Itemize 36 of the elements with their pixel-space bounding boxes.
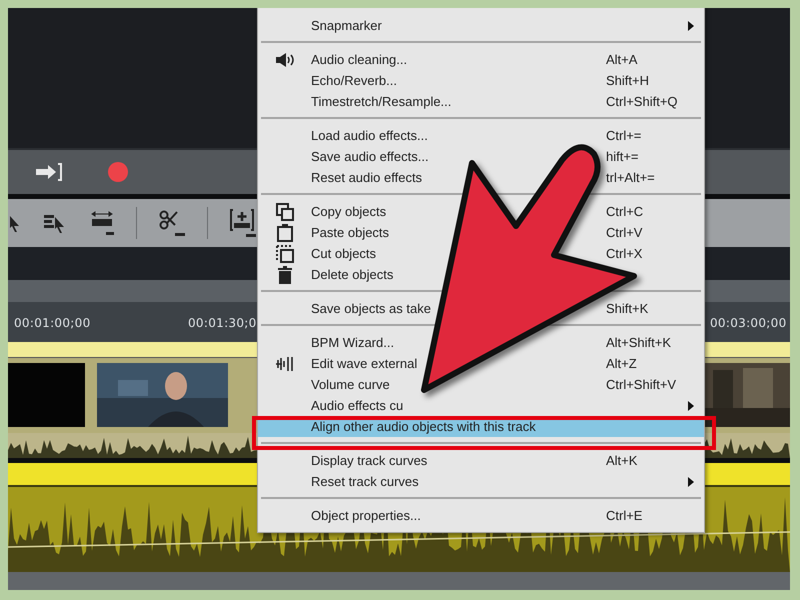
menu-item[interactable]: Paste objects Ctrl+V: [258, 222, 704, 243]
speaker-icon: [274, 52, 294, 68]
trash-icon: [278, 266, 292, 284]
menu-item[interactable]: Object properties... Ctrl+E: [258, 505, 704, 526]
submenu-arrow-icon: [688, 21, 694, 31]
menu-item[interactable]: Reset audio effects trl+Alt+=: [258, 167, 704, 188]
menu-item[interactable]: Audio effects cu: [258, 395, 704, 416]
stretch-icon[interactable]: [90, 210, 114, 236]
timecode: 00:01:30;0: [188, 316, 257, 330]
timecode: 00:01:00;00: [14, 316, 91, 330]
waveform-icon: [274, 356, 294, 372]
jump-to-end-icon[interactable]: [34, 162, 64, 182]
menu-item[interactable]: Volume curve Ctrl+Shift+V: [258, 374, 704, 395]
menu-item[interactable]: Audio cleaning... Alt+A: [258, 49, 704, 70]
menu-item[interactable]: Save audio effects... hift+=: [258, 146, 704, 167]
timecode: 00:03:00;00: [710, 316, 787, 330]
scissors-icon[interactable]: [159, 209, 185, 237]
copy-icon: [276, 202, 294, 220]
menu-item[interactable]: Copy objects Ctrl+C: [258, 201, 704, 222]
menu-item[interactable]: Load audio effects... Ctrl+=: [258, 125, 704, 146]
cut-icon: [276, 244, 294, 262]
menu-item[interactable]: Edit wave external Alt+Z: [258, 353, 704, 374]
menu-item[interactable]: Display track curves Alt+K: [258, 450, 704, 471]
insert-icon[interactable]: [230, 208, 256, 238]
menu-item[interactable]: Delete objects: [258, 264, 704, 285]
menu-item[interactable]: Timestretch/Resample... Ctrl+Shift+Q: [258, 91, 704, 112]
clipboard-icon: [276, 224, 292, 242]
submenu-arrow-icon: [688, 477, 694, 487]
menu-item[interactable]: Reset track curves: [258, 471, 704, 492]
submenu-arrow-icon: [688, 401, 694, 411]
menu-item[interactable]: Save objects as take Shift+K: [258, 298, 704, 319]
menu-item[interactable]: Echo/Reverb... Shift+H: [258, 70, 704, 91]
pointer-icon[interactable]: [10, 214, 22, 232]
menu-item[interactable]: BPM Wizard... Alt+Shift+K: [258, 332, 704, 353]
menu-item[interactable]: Snapmarker: [258, 15, 704, 36]
menu-item[interactable]: Cut objects Ctrl+X: [258, 243, 704, 264]
